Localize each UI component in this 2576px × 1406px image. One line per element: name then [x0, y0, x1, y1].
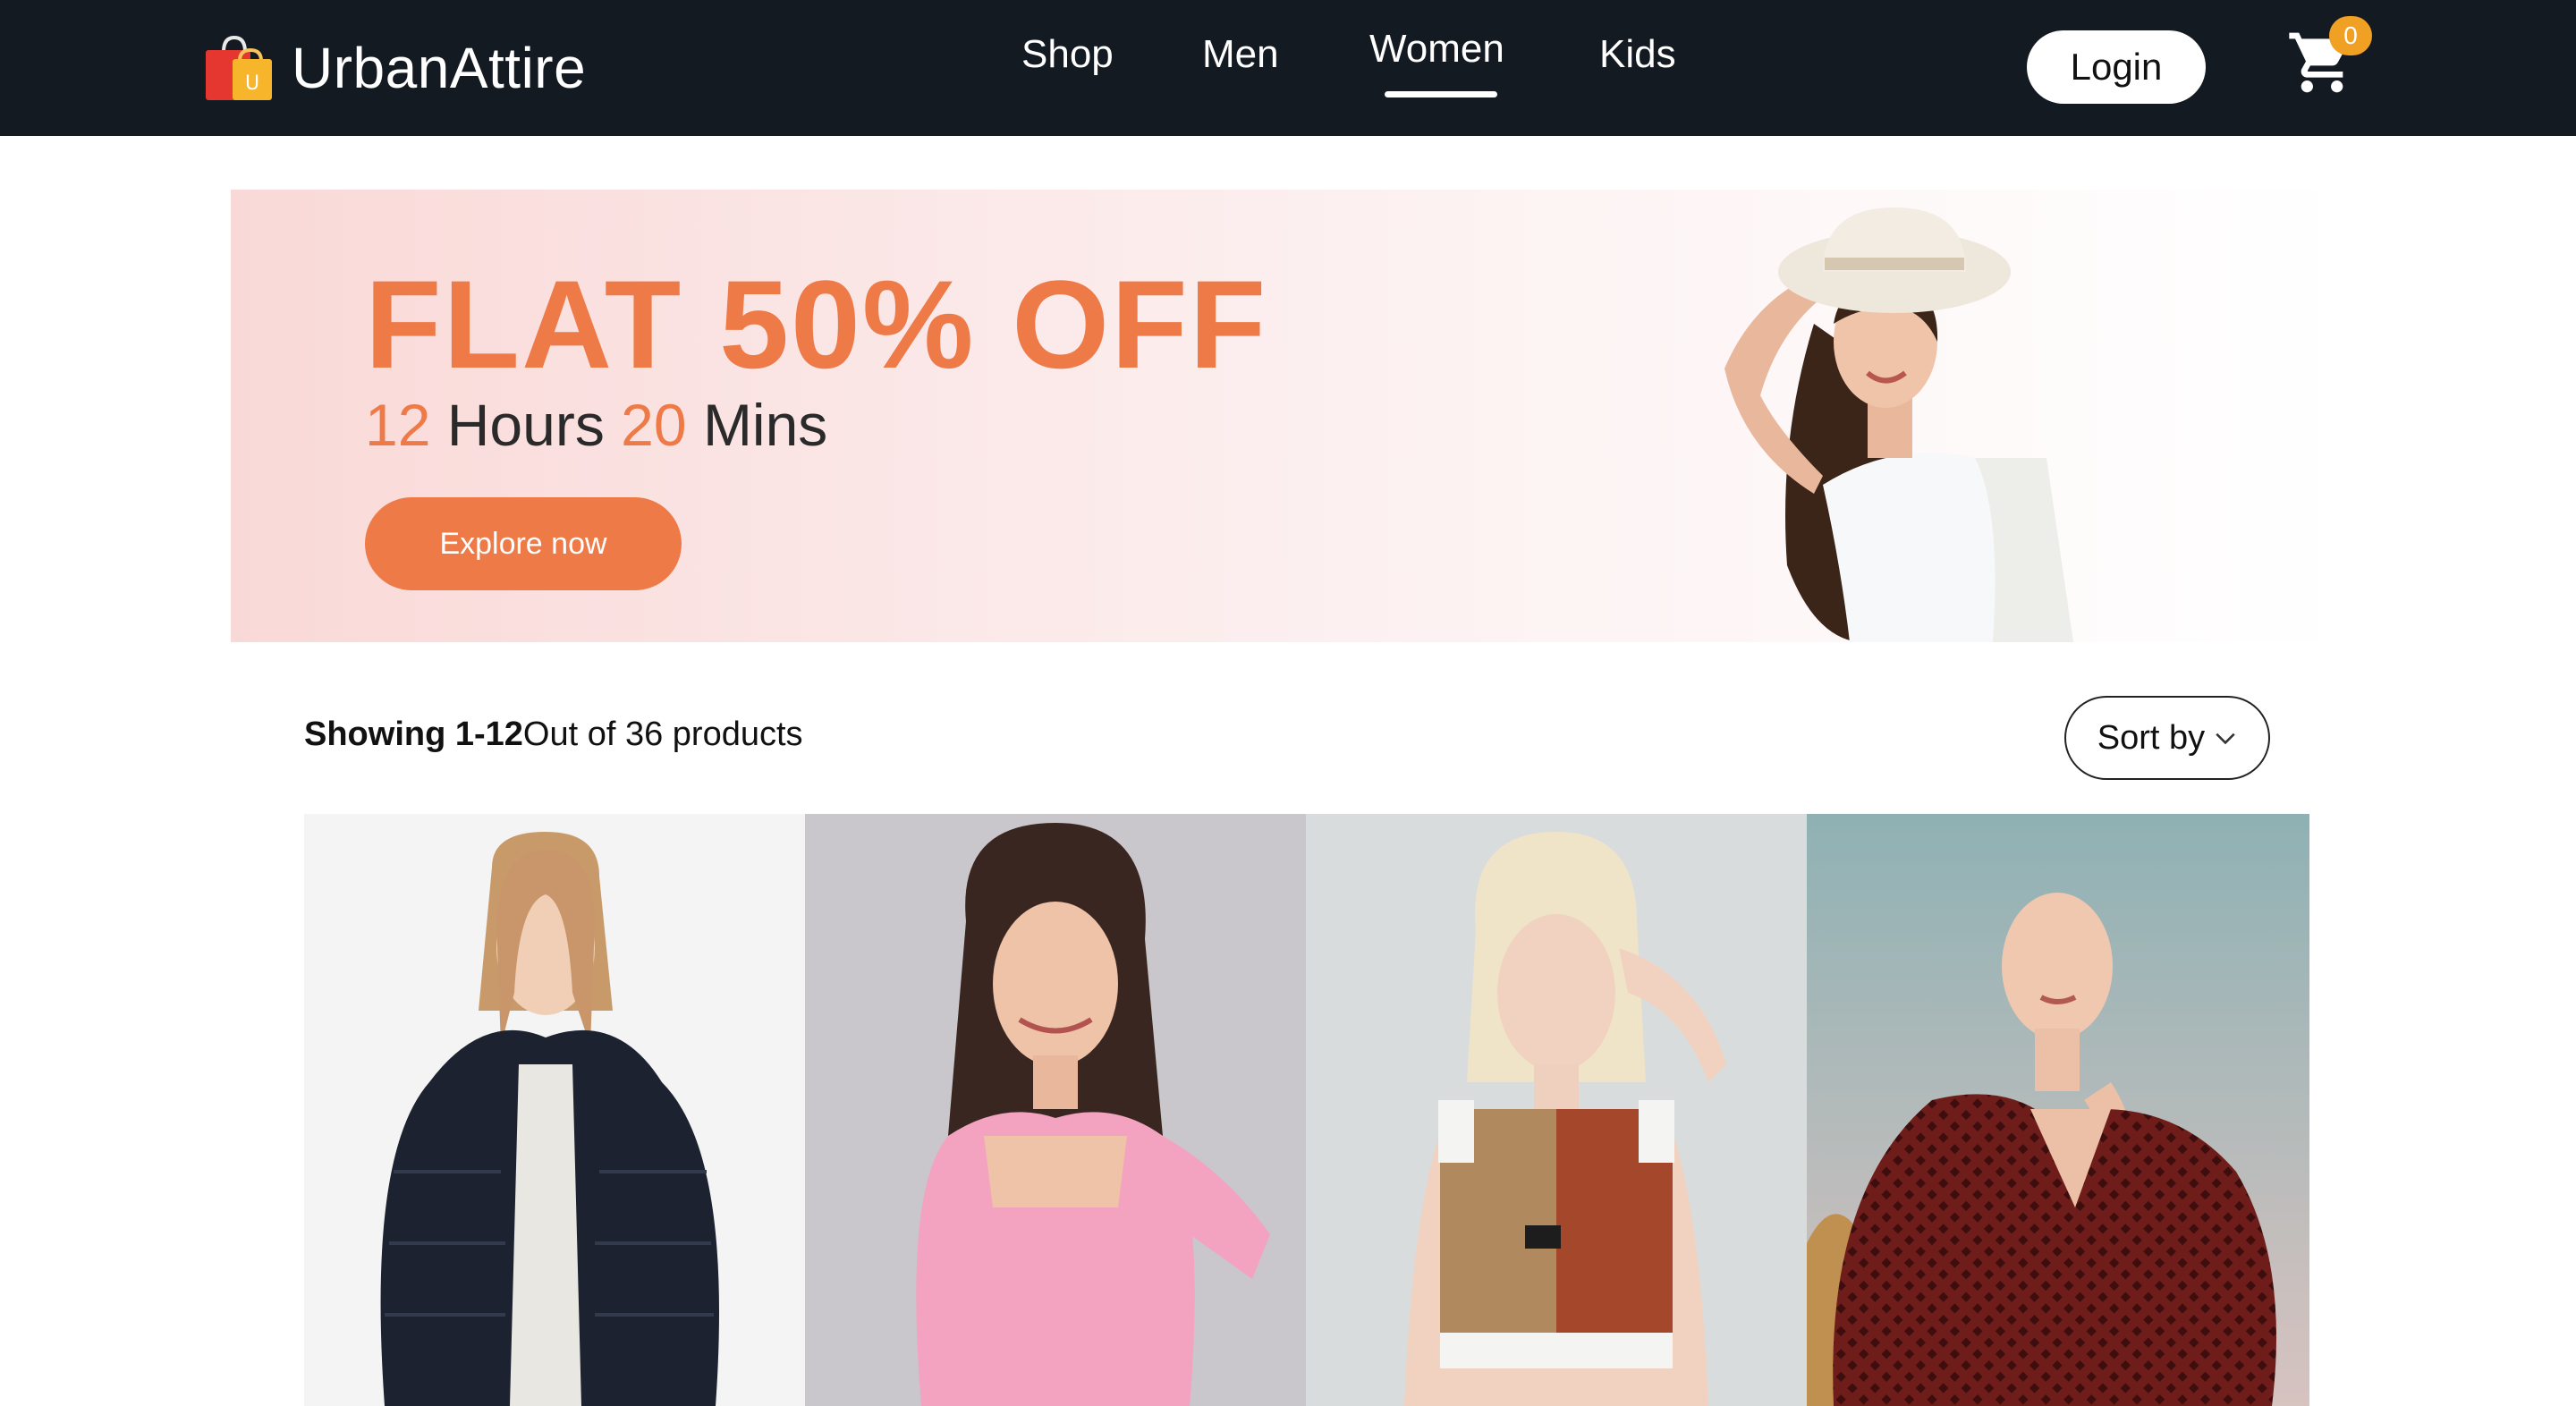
product-card[interactable] [805, 814, 1306, 1406]
chevron-down-icon [2216, 733, 2235, 745]
result-count-range: Showing 1-12 [304, 716, 523, 753]
product-grid [304, 814, 2309, 1406]
nav-item-shop[interactable]: Shop [1021, 32, 1114, 77]
woman-sports-crop-top [1306, 814, 1807, 1406]
woman-pink-top [805, 814, 1306, 1406]
result-count: Showing 1-12Out of 36 products [304, 716, 803, 754]
explore-now-button[interactable]: Explore now [365, 497, 682, 590]
countdown-hours: 12 [365, 392, 431, 458]
nav-item-women[interactable]: Women [1369, 27, 1504, 72]
brand-logo[interactable]: U UrbanAttire [204, 32, 586, 104]
promo-countdown: 12 Hours 20 Mins [365, 391, 827, 459]
nav-item-kids[interactable]: Kids [1599, 32, 1676, 77]
promo-title: FLAT 50% OFF [365, 254, 1268, 394]
product-card[interactable] [1306, 814, 1807, 1406]
brand-name: UrbanAttire [292, 36, 587, 100]
svg-text:U: U [245, 72, 259, 95]
nav-item-men[interactable]: Men [1202, 32, 1279, 77]
product-card[interactable] [304, 814, 805, 1406]
woman-red-patterned-dress [1807, 814, 2309, 1406]
cart-count-badge: 0 [2329, 16, 2372, 55]
shopping-bag-icon: U [206, 35, 272, 100]
product-card[interactable] [1807, 814, 2309, 1406]
woman-black-fur-jacket [304, 814, 805, 1406]
top-navbar: U UrbanAttire Shop Men Women Kids Login … [0, 0, 2576, 136]
sort-by-label: Sort by [2097, 718, 2206, 757]
countdown-hours-label: Hours [446, 392, 605, 458]
countdown-mins-label: Mins [702, 392, 828, 458]
active-nav-indicator [1385, 91, 1497, 97]
countdown-mins: 20 [621, 392, 687, 458]
sort-by-dropdown[interactable]: Sort by [2064, 696, 2270, 780]
woman-in-hat-image [1724, 208, 2073, 642]
login-button[interactable]: Login [2027, 30, 2206, 104]
result-count-total: Out of 36 products [522, 716, 803, 753]
promo-banner: FLAT 50% OFF 12 Hours 20 Mins Explore no… [231, 190, 2345, 642]
